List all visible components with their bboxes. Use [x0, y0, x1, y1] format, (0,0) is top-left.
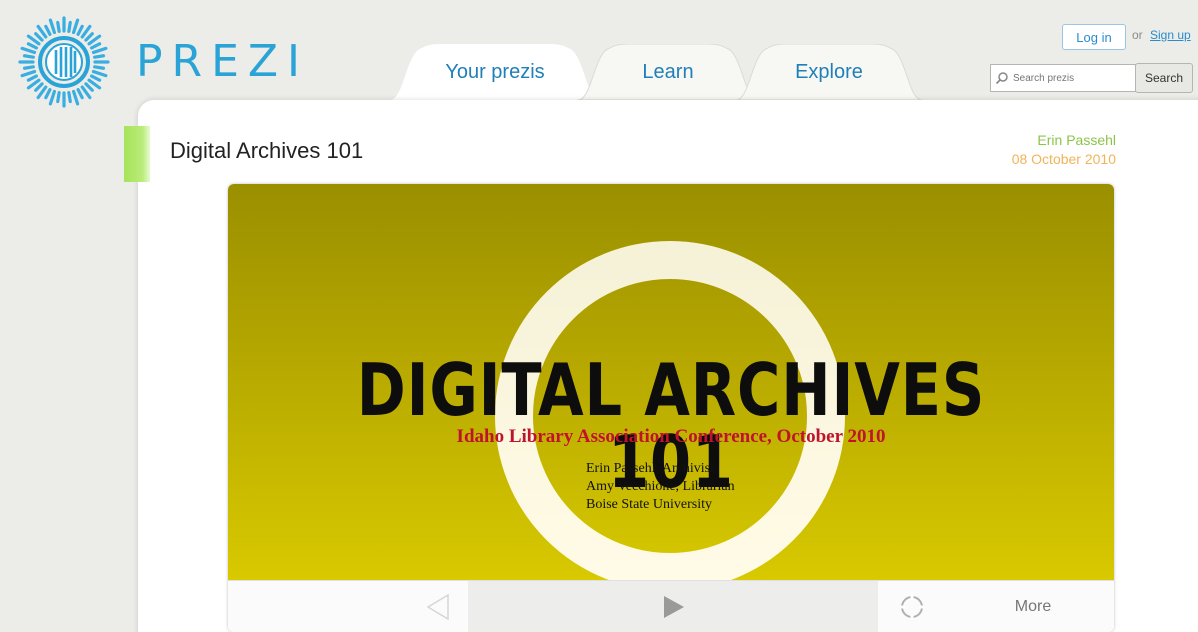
slide-subtitle: Idaho Library Association Conference, Oc… [456, 426, 886, 447]
credit-line: Erin Passehl, Archivist [586, 461, 714, 476]
more-button[interactable]: More [988, 581, 1078, 632]
tab-learn[interactable]: Learn [578, 44, 758, 100]
search-input[interactable] [1011, 71, 1133, 85]
search-button[interactable]: Search [1135, 63, 1193, 93]
login-button[interactable]: Log in [1062, 24, 1126, 50]
presentation-title: Digital Archives 101 [170, 138, 364, 163]
fullscreen-button[interactable] [884, 581, 940, 632]
signup-link[interactable]: Sign up [1150, 28, 1191, 42]
tab-your-prezis[interactable]: Your prezis [390, 44, 600, 100]
previous-arrow-icon[interactable] [408, 581, 468, 632]
play-button[interactable] [468, 581, 878, 632]
tab-label: Explore [795, 60, 863, 83]
search-box[interactable] [990, 64, 1136, 92]
play-icon [664, 596, 684, 618]
search-icon [995, 72, 1008, 85]
tab-explore[interactable]: Explore [736, 44, 922, 100]
tab-label: Learn [642, 60, 694, 83]
title-marker [124, 126, 150, 182]
viewer-controls: More [228, 580, 1114, 632]
slide-credits: Erin Passehl, Archivist Amy Vecchione, L… [586, 460, 735, 514]
presentation-date: 08 October 2010 [1011, 151, 1116, 167]
credit-line: Boise State University [586, 497, 712, 512]
or-separator: or [1132, 28, 1143, 42]
credit-line: Amy Vecchione, Librarian [586, 479, 735, 494]
slide-canvas[interactable]: DIGITAL ARCHIVES 101 Idaho Library Assoc… [228, 184, 1114, 580]
brand-wordmark[interactable]: PREZI [136, 40, 309, 84]
author-link[interactable]: Erin Passehl [1037, 132, 1116, 148]
tab-label: Your prezis [445, 60, 545, 83]
main-nav-tabs: Your prezis Learn Explore [390, 44, 930, 100]
prezi-logo-icon[interactable] [18, 16, 110, 108]
fullscreen-icon [900, 595, 924, 619]
prezi-viewer[interactable]: DIGITAL ARCHIVES 101 Idaho Library Assoc… [228, 184, 1114, 632]
